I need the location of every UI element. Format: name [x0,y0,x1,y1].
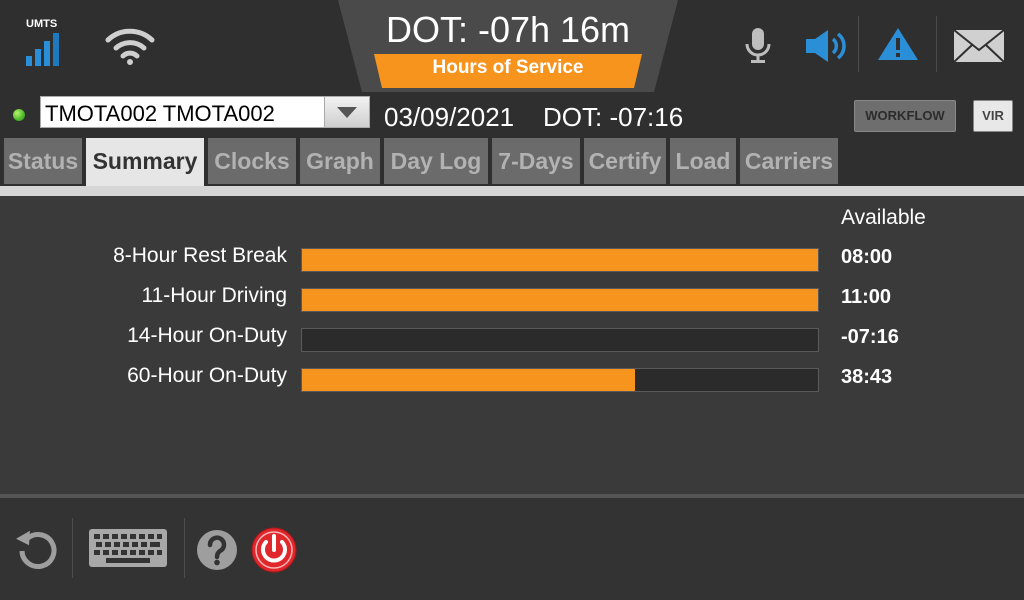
network-type-label: UMTS [26,18,58,30]
hours-available-value: 08:00 [841,246,893,268]
microphone-icon[interactable] [744,26,772,66]
divider [858,16,859,72]
hours-available-value: 38:43 [841,366,893,388]
hours-row-rest-break: 8-Hour Rest Break 08:00 [0,244,1024,284]
tab-summary[interactable]: Summary [86,138,204,186]
warning-icon[interactable] [876,26,920,62]
divider [936,16,937,72]
divider [72,518,73,578]
divider [184,518,185,578]
signal-bar [26,56,32,66]
signal-bar [53,33,59,66]
tab-bar: Status Summary Clocks Graph Day Log 7-Da… [0,138,1024,186]
hours-progress-bar [301,368,819,392]
signal-bar [44,41,50,66]
tab-graph[interactable]: Graph [300,138,380,184]
dot-remaining-title: DOT: -07h 16m [385,9,631,50]
tab-day-log[interactable]: Day Log [384,138,488,184]
hours-available-value: 11:00 [841,286,892,308]
keyboard-icon[interactable] [88,528,168,568]
tab-load[interactable]: Load [670,138,736,184]
hours-row-label: 11-Hour Driving [141,284,288,307]
connection-status-indicator [13,109,25,121]
driver-select[interactable]: TMOTA002 TMOTA002 [40,96,370,128]
signal-icon: UMTS [22,18,70,68]
tab-carriers[interactable]: Carriers [740,138,838,184]
power-icon[interactable] [251,527,297,573]
hours-available-value: -07:16 [841,326,899,348]
available-header: Available [841,206,926,229]
hours-progress-bar [301,288,819,312]
vir-button[interactable]: VIR [973,100,1013,132]
chevron-down-icon [337,107,357,118]
signal-bar [35,49,41,66]
dot-remaining-short: DOT: -07:16 [543,102,684,132]
tab-clocks[interactable]: Clocks [208,138,296,184]
mail-icon[interactable] [952,28,1006,64]
wifi-icon [105,28,155,65]
speaker-icon[interactable] [804,28,850,64]
driver-row: TMOTA002 TMOTA002 03/09/2021 DOT: -07:16… [0,92,1024,138]
hours-progress-fill [302,249,818,271]
hours-row-label: 14-Hour On-Duty [127,324,287,347]
log-date: 03/09/2021 [384,102,515,132]
hours-progress-bar [301,248,819,272]
hours-progress-bar [301,328,819,352]
dot-clock-header[interactable]: DOT: -07h 16m Hours of Service [338,0,678,92]
hours-row-driving: 11-Hour Driving 11:00 [0,284,1024,324]
tab-status[interactable]: Status [4,138,82,184]
top-status-bar: UMTS DOT: -07h 16m Hours of Service [0,0,1024,92]
hours-of-service-label: Hours of Service [432,57,584,78]
hours-progress-fill [302,289,818,311]
tab-7-days[interactable]: 7-Days [492,138,580,184]
help-icon[interactable] [196,529,238,571]
summary-panel: Available 8-Hour Rest Break 08:00 11-Hou… [0,196,1024,494]
driver-select-value: TMOTA002 TMOTA002 [45,101,275,126]
driver-select-dropdown-button[interactable] [324,97,369,127]
bottom-toolbar [0,498,1024,600]
refresh-icon[interactable] [16,530,58,572]
workflow-button[interactable]: WORKFLOW [854,100,956,132]
hours-progress-fill [302,369,635,391]
hours-row-60-hour-on-duty: 60-Hour On-Duty 38:43 [0,364,1024,404]
tab-certify[interactable]: Certify [584,138,666,184]
hours-row-label: 60-Hour On-Duty [127,364,287,387]
hours-row-14-hour-on-duty: 14-Hour On-Duty -07:16 [0,324,1024,364]
hours-row-label: 8-Hour Rest Break [113,244,287,267]
tab-underline [0,186,1024,196]
